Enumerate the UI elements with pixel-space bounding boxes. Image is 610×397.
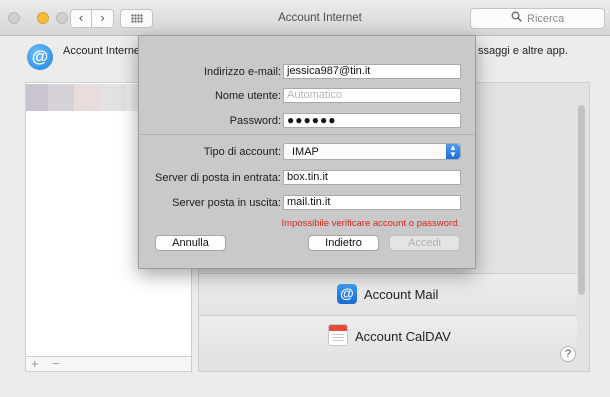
add-account-sheet: Indirizzo e-mail: jessica987@tin.it Nome… (138, 35, 476, 269)
mail-at-icon: @ (337, 284, 357, 304)
search-icon (511, 11, 522, 25)
help-button[interactable]: ? (560, 346, 576, 362)
calendar-icon (328, 324, 348, 346)
list-footer: + − (25, 356, 192, 372)
incoming-server-label: Server di posta in entrata: (155, 172, 281, 184)
password-label: Password: (229, 115, 281, 127)
remove-account-button[interactable]: − (52, 357, 60, 371)
password-field[interactable]: ●●●●●● (283, 113, 461, 128)
email-field[interactable]: jessica987@tin.it (283, 64, 461, 79)
internet-accounts-icon: @ (27, 44, 53, 70)
header-description: ssaggi e altre app. (478, 45, 568, 57)
outgoing-server-field[interactable]: mail.tin.it (283, 195, 461, 210)
username-field[interactable]: Automatico (283, 88, 461, 103)
email-label: Indirizzo e-mail: (203, 66, 281, 78)
header-title: Account Interne (63, 45, 141, 57)
divider (139, 134, 475, 135)
incoming-server-field[interactable]: box.tin.it (283, 170, 461, 185)
account-type-label: Account CalDAV (355, 329, 451, 344)
search-field[interactable]: Ricerca (470, 8, 605, 29)
chevron-updown-icon: ▲ ▼ (446, 144, 460, 159)
account-type-mail[interactable]: @ Account Mail (199, 273, 577, 315)
scrollbar[interactable] (578, 105, 585, 295)
outgoing-server-label: Server posta in uscita: (172, 197, 281, 209)
system-preferences-window: ‹ › Account Internet Ricerca @ Account I… (0, 0, 610, 397)
cancel-button[interactable]: Annulla (155, 235, 226, 251)
error-message: Impossibile verificare account o passwor… (281, 218, 460, 229)
account-type-value: IMAP (292, 146, 319, 158)
search-placeholder: Ricerca (527, 13, 565, 25)
account-type-label: Tipo di account: (203, 146, 281, 158)
signin-button[interactable]: Accedi (389, 235, 460, 251)
username-label: Nome utente: (214, 90, 281, 102)
account-type-select[interactable]: IMAP ▲ ▼ (283, 143, 461, 160)
titlebar: ‹ › Account Internet Ricerca (0, 0, 610, 36)
add-account-button[interactable]: + (31, 357, 39, 371)
account-type-label: Account Mail (364, 287, 439, 302)
back-step-button[interactable]: Indietro (308, 235, 379, 251)
account-type-caldav[interactable]: Account CalDAV (199, 315, 577, 357)
